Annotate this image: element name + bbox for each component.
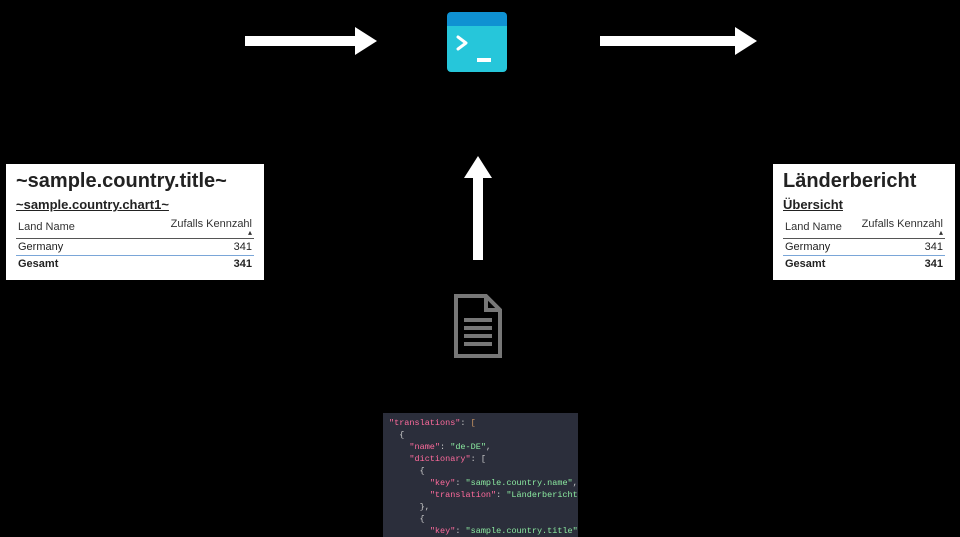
- table-total-row: Gesamt 341: [783, 256, 945, 273]
- document-icon: [452, 294, 504, 363]
- arrow-input-to-process: [245, 36, 355, 46]
- col-zufalls-kennzahl: Zufalls Kennzahl: [115, 216, 254, 239]
- translated-title: Länderbericht: [783, 170, 945, 193]
- arrow-file-to-process: [473, 178, 483, 260]
- translated-report-card: Länderbericht Übersicht Land Name Zufall…: [773, 164, 955, 280]
- template-subtitle: ~sample.country.chart1~: [16, 197, 254, 212]
- template-title: ~sample.country.title~: [16, 170, 254, 193]
- col-land-name: Land Name: [783, 216, 850, 239]
- arrow-process-to-output: [600, 36, 735, 46]
- table-row: Germany 341: [16, 239, 254, 256]
- table-row: Germany 341: [783, 239, 945, 256]
- col-land-name: Land Name: [16, 216, 115, 239]
- template-report-card: ~sample.country.title~ ~sample.country.c…: [6, 164, 264, 280]
- translated-subtitle: Übersicht: [783, 197, 945, 212]
- col-zufalls-kennzahl: Zufalls Kennzahl: [850, 216, 945, 239]
- table-total-row: Gesamt 341: [16, 256, 254, 273]
- translations-json-snippet: "translations": [ { "name": "de-DE", "di…: [383, 413, 578, 537]
- translated-table: Land Name Zufalls Kennzahl Germany 341 G…: [783, 216, 945, 272]
- terminal-icon: [447, 12, 507, 72]
- template-table: Land Name Zufalls Kennzahl Germany 341 G…: [16, 216, 254, 272]
